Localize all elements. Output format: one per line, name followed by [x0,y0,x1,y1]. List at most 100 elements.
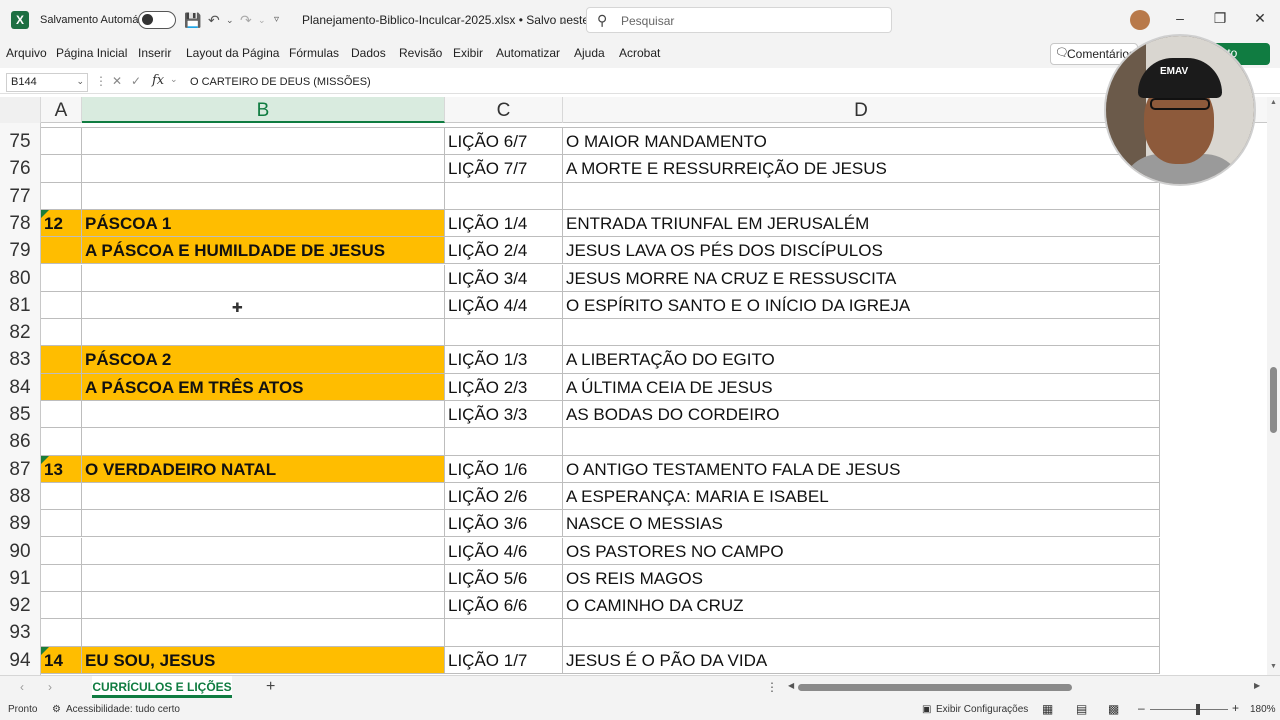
cell-c[interactable] [445,619,563,647]
next-sheet-icon[interactable]: › [48,680,52,694]
cell-a[interactable]: 12 [41,209,82,238]
cell-c[interactable] [445,428,563,456]
cell-a[interactable] [41,428,82,456]
cell-c[interactable]: LIÇÃO 4/4 [445,291,563,320]
cell-c[interactable]: LIÇÃO 3/3 [445,401,563,429]
cell-c[interactable]: LIÇÃO 3/4 [445,264,563,292]
cell-b[interactable] [82,291,445,320]
undo-icon[interactable]: ↶ [208,11,220,29]
undo-dropdown-icon[interactable]: ⌄ [226,11,234,29]
redo-icon[interactable]: ↷ [240,11,252,29]
horizontal-scroll-thumb[interactable] [798,684,1072,691]
row-header[interactable]: 91 [0,568,40,590]
cell-b[interactable] [82,510,445,538]
page-layout-view-icon[interactable]: ▤ [1076,702,1087,716]
cell-a[interactable] [41,155,82,183]
cell-d[interactable]: O ESPÍRITO SANTO E O INÍCIO DA IGREJA [563,291,1160,320]
cell-b[interactable] [82,564,445,593]
scroll-up-icon[interactable]: ▲ [1270,99,1277,106]
cell-c[interactable]: LIÇÃO 7/7 [445,155,563,183]
cell-c[interactable]: LIÇÃO 6/6 [445,592,563,620]
cell-b[interactable]: A PÁSCOA EM TRÊS ATOS [82,373,445,401]
save-icon[interactable]: 💾 [184,11,201,29]
cell-d[interactable]: ENTRADA TRIUNFAL EM JERUSALÉM [563,209,1160,238]
cell-a[interactable] [41,128,82,156]
row-header[interactable]: 80 [0,268,40,290]
close-icon[interactable]: ✕ [1250,10,1270,27]
tab-acrobat[interactable]: Acrobat [619,46,660,60]
cell-b[interactable] [82,619,445,647]
cell-b[interactable] [82,155,445,183]
scroll-right-icon[interactable]: ▶ [1254,681,1260,690]
cell-b[interactable] [82,182,445,210]
tab-inserir[interactable]: Inserir [138,46,171,60]
cell-d[interactable]: A ÚLTIMA CEIA DE JESUS [563,373,1160,401]
insert-function-icon[interactable]: fx [152,73,164,88]
restore-icon[interactable]: ❐ [1210,10,1230,27]
cell-d[interactable] [563,428,1160,456]
cell-d[interactable]: JESUS LAVA OS PÉS DOS DISCÍPULOS [563,237,1160,265]
vertical-scrollbar[interactable]: ▲ ▼ [1267,97,1280,675]
search-box[interactable]: ⚲ Pesquisar [586,7,892,33]
cell-a[interactable]: 14 [41,646,82,674]
cell-d[interactable] [563,619,1160,647]
cell-d[interactable] [563,319,1160,347]
formula-content[interactable]: O CARTEIRO DE DEUS (MISSÕES) [190,76,371,88]
cell-b[interactable] [82,592,445,620]
display-settings-label[interactable]: Exibir Configurações [936,704,1028,715]
tab-exibir[interactable]: Exibir [453,46,483,60]
cell-c[interactable] [445,319,563,347]
row-header[interactable]: 78 [0,213,40,235]
cell-d[interactable]: O ANTIGO TESTAMENTO FALA DE JESUS [563,455,1160,483]
row-header[interactable]: 90 [0,541,40,563]
cell-b[interactable]: O VERDADEIRO NATAL [82,455,445,483]
cell-a[interactable] [41,537,82,565]
name-box-dropdown-icon[interactable]: ⌄ [76,76,84,87]
row-header[interactable]: 79 [0,240,40,262]
cell-d[interactable]: A LIBERTAÇÃO DO EGITO [563,346,1160,374]
accessibility-status[interactable]: Acessibilidade: tudo certo [66,704,180,715]
cell-c[interactable] [445,182,563,210]
cell-a[interactable] [41,401,82,429]
cell-b[interactable] [82,537,445,565]
cell-a[interactable] [41,482,82,511]
row-header[interactable]: 76 [0,158,40,180]
column-header-a[interactable]: A [41,97,82,123]
row-header[interactable]: 92 [0,595,40,617]
zoom-slider[interactable] [1150,709,1228,710]
minimize-icon[interactable]: – [1170,10,1190,26]
row-header[interactable]: 75 [0,131,40,153]
zoom-slider-knob[interactable] [1196,704,1200,715]
zoom-level[interactable]: 180% [1250,704,1276,715]
tab-formulas[interactable]: Fórmulas [289,46,339,60]
cell-a[interactable] [41,346,82,374]
row-header[interactable]: 84 [0,377,40,399]
column-header-d[interactable]: D [563,97,1160,123]
scroll-left-icon[interactable]: ◀ [788,681,794,690]
cell-c[interactable]: LIÇÃO 2/4 [445,237,563,265]
cell-c[interactable]: LIÇÃO 5/6 [445,564,563,593]
cell-c[interactable]: LIÇÃO 1/3 [445,346,563,374]
cell-c[interactable]: LIÇÃO 4/6 [445,537,563,565]
cell-b[interactable]: A PÁSCOA E HUMILDADE DE JESUS [82,237,445,265]
horizontal-scrollbar[interactable]: ◀ ▶ [788,681,1262,693]
tab-automatizar[interactable]: Automatizar [496,46,560,60]
cell-c[interactable]: LIÇÃO 3/6 [445,510,563,538]
cell-b[interactable] [82,428,445,456]
cell-a[interactable] [41,319,82,347]
tab-layout-da-pagina[interactable]: Layout da Página [186,46,279,60]
cell-a[interactable] [41,592,82,620]
cell-b[interactable]: PÁSCOA 1 [82,209,445,238]
cell-d[interactable]: A MORTE E RESSURREIÇÃO DE JESUS [563,155,1160,183]
cell-c[interactable]: LIÇÃO 6/7 [445,128,563,156]
row-header[interactable]: 81 [0,295,40,317]
cell-d[interactable]: JESUS MORRE NA CRUZ E RESSUSCITA [563,264,1160,292]
tab-revisao[interactable]: Revisão [399,46,442,60]
cell-a[interactable] [41,264,82,292]
row-header[interactable]: 83 [0,349,40,371]
add-sheet-icon[interactable]: + [266,678,275,696]
more-options-icon[interactable]: ⋮ [95,74,107,88]
cell-d[interactable]: A ESPERANÇA: MARIA E ISABEL [563,482,1160,511]
tab-pagina-inicial[interactable]: Página Inicial [56,46,127,60]
row-header[interactable]: 85 [0,404,40,426]
